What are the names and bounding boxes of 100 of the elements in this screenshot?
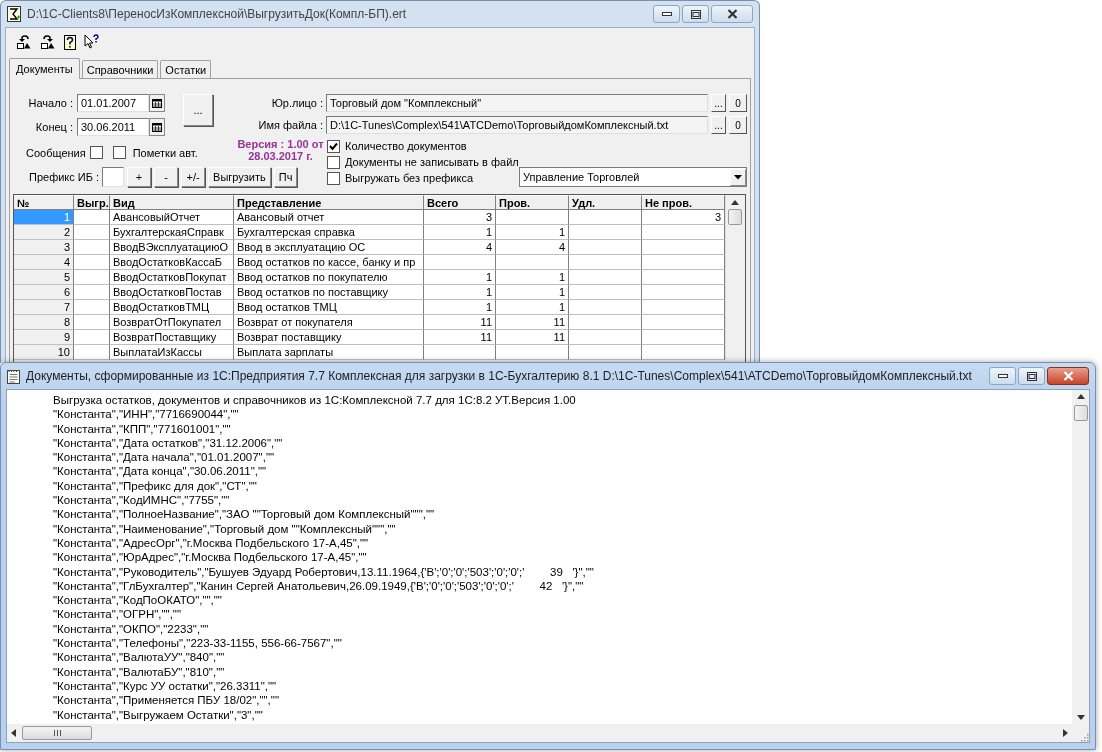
- column-header[interactable]: Удл.: [569, 195, 642, 210]
- browse-button[interactable]: ...: [711, 116, 726, 134]
- table-cell: ВводОстатковКассаБ: [110, 255, 234, 270]
- scroll-thumb[interactable]: [727, 209, 742, 225]
- clear-button[interactable]: 0: [729, 94, 747, 112]
- text-line: "Константа","ПолноеНазвание","ЗАО ""Торговый дом Комплексный""","": [53, 507, 436, 522]
- checkbox[interactable]: [327, 171, 340, 185]
- dropdown-arrow-icon: [734, 174, 742, 180]
- calendar-button[interactable]: [149, 94, 165, 112]
- calendar-button[interactable]: [149, 118, 165, 136]
- column-header[interactable]: Всего: [424, 195, 496, 210]
- text-line: "Константа","Телефоны","223-33-1155, 556-66-7567","": [53, 636, 343, 651]
- column-header[interactable]: Пров.: [496, 195, 569, 210]
- table-cell: 5: [14, 270, 74, 285]
- checkbox[interactable]: [89, 146, 103, 159]
- arrow-left-box-icon[interactable]: [16, 35, 32, 49]
- checkbox-label: Документы не записывать в файл: [345, 156, 519, 168]
- table-cell: 1: [496, 225, 569, 240]
- text-line: "Константа","КПП","771601001","": [53, 421, 232, 436]
- tab[interactable]: Справочники: [81, 60, 159, 78]
- text-line: "Константа","КодПоОКАТО","","": [53, 593, 223, 608]
- checkbox-label: Пометки авт.: [132, 147, 198, 159]
- table-cell: Ввод в эксплуатацию ОС: [234, 240, 424, 255]
- table-cell: 1: [496, 300, 569, 315]
- table-cell: 1: [496, 270, 569, 285]
- maximize-icon: [1026, 371, 1037, 381]
- table-cell: 9: [14, 330, 74, 345]
- table-cell: 4: [424, 240, 496, 255]
- field-label: Имя файла :: [257, 119, 323, 131]
- table-cell: Ввод остатков ТМЦ: [234, 300, 424, 315]
- table-cell: Возврат поставщику: [234, 330, 424, 345]
- column-header[interactable]: Вид: [110, 195, 234, 210]
- table-cell: 11: [496, 330, 569, 345]
- table-cell: 1: [424, 300, 496, 315]
- checkbox[interactable]: [327, 155, 340, 169]
- pointer-help-icon[interactable]: [84, 34, 100, 50]
- text-line: "Константа","Применяется ПБУ 18/02","","": [53, 693, 280, 708]
- text-line: "Константа","ИНН","7716690044","": [53, 407, 240, 422]
- table-cell: ВозвратПоставщику: [110, 330, 234, 345]
- horizontal-scrollbar[interactable]: [7, 724, 1072, 742]
- calendar-icon: [152, 98, 162, 108]
- checkbox[interactable]: [112, 146, 126, 159]
- scroll-down-icon[interactable]: [1076, 715, 1085, 720]
- action-button[interactable]: Пч: [273, 166, 298, 187]
- minimize-button[interactable]: [989, 367, 1016, 385]
- column-header[interactable]: №: [14, 195, 74, 210]
- sigma-document-icon: [7, 6, 21, 22]
- scroll-right-icon[interactable]: [1063, 729, 1068, 737]
- help-icon[interactable]: [64, 34, 76, 50]
- text-line: "Константа","Дата начала","01.01.2007","": [53, 450, 276, 465]
- action-button[interactable]: -: [154, 166, 179, 187]
- version-text: Версия : 1.00 от: [237, 138, 324, 150]
- table-cell: 1: [424, 285, 496, 300]
- text-line: "Константа","ВалютаБУ","810","": [53, 664, 226, 679]
- field-label: Префикс ИБ :: [29, 170, 100, 183]
- maximize-button[interactable]: [1018, 367, 1045, 385]
- minimize-button[interactable]: [653, 5, 680, 23]
- browse-button[interactable]: ...: [711, 94, 726, 112]
- date-field[interactable]: 30.06.2011: [77, 118, 149, 136]
- action-button[interactable]: +/-: [181, 166, 206, 187]
- text-line: "Константа","Дата остатков","31.12.2006","": [53, 435, 284, 451]
- table-cell: 6: [14, 285, 74, 300]
- column-header[interactable]: Выгр.: [74, 195, 110, 210]
- column-header[interactable]: Не пров.: [642, 195, 725, 210]
- scroll-thumb[interactable]: [22, 726, 92, 740]
- table-cell: [74, 345, 110, 360]
- scroll-up-icon[interactable]: [730, 200, 739, 205]
- grip-icon: [53, 730, 61, 736]
- scroll-up-icon[interactable]: [1076, 394, 1085, 399]
- checkbox-label: Выгружать без префикса: [345, 172, 474, 184]
- text-line: "Константа","Курс УУ остатки","26.3311","": [53, 678, 278, 694]
- table-cell: ВводОстатковТМЦ: [110, 300, 234, 315]
- action-button[interactable]: +: [127, 166, 152, 187]
- clear-button[interactable]: 0: [729, 116, 747, 134]
- checkbox[interactable]: [327, 139, 340, 153]
- tab[interactable]: Документы: [9, 58, 80, 79]
- input-field[interactable]: [102, 166, 125, 187]
- dropdown[interactable]: Управление Торговлей: [519, 167, 747, 187]
- period-button[interactable]: ...: [183, 94, 213, 126]
- date-field[interactable]: 01.01.2007: [77, 94, 149, 112]
- column-header[interactable]: Представление: [234, 195, 424, 210]
- close-button[interactable]: [1047, 367, 1089, 385]
- scroll-thumb[interactable]: [1073, 405, 1088, 421]
- close-button[interactable]: [711, 5, 753, 23]
- action-button[interactable]: Выгрузить: [208, 166, 271, 187]
- table-cell: 11: [424, 330, 496, 345]
- maximize-button[interactable]: [682, 5, 709, 23]
- vertical-scrollbar[interactable]: [725, 195, 743, 362]
- table-cell: ВыплатаИзКассы: [110, 345, 234, 360]
- table-cell: Возврат от покупателя: [234, 315, 424, 330]
- input-field[interactable]: Торговый дом "Комплексный": [326, 94, 708, 112]
- text-line: "Константа","Руководитель","Бушуев Эдуард Робертович,13.11.1964,{'В';'0';'0';'503';'0';'0';' 39 '}","": [53, 564, 595, 579]
- input-field[interactable]: D:\1C-Tunes\Complex\541\ATCDemo\ТорговыйдомКомплексный.txt: [326, 116, 708, 134]
- tab[interactable]: Остатки: [160, 60, 212, 78]
- arrow-right-box-icon[interactable]: [40, 35, 56, 49]
- table-cell: Выплата зарплаты: [234, 345, 424, 360]
- scroll-left-icon[interactable]: [11, 729, 16, 737]
- table-cell: БухгалтерскаяСправк: [110, 225, 234, 240]
- minimize-icon: [997, 374, 1008, 378]
- vertical-scrollbar[interactable]: [1072, 390, 1089, 724]
